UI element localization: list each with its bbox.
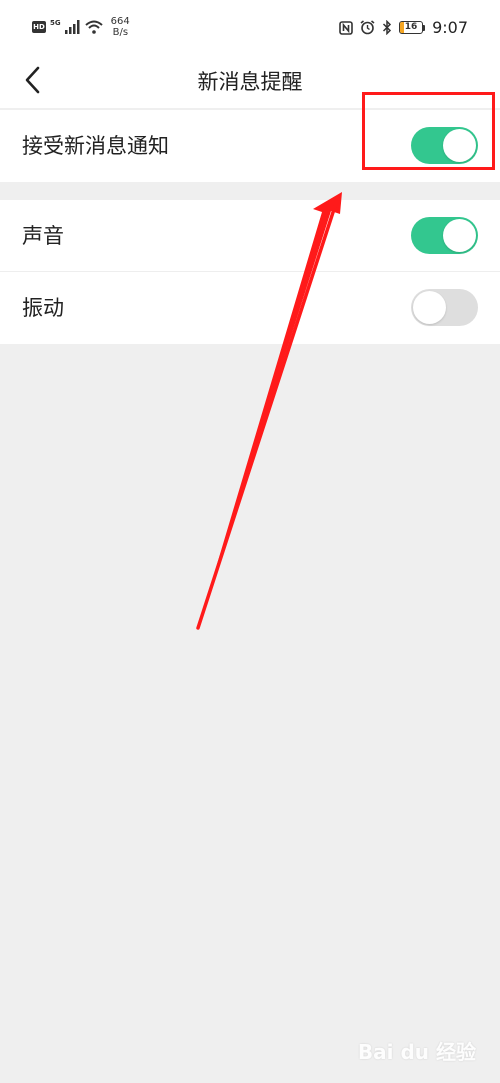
setting-label-receive-notifications: 接受新消息通知 (22, 134, 169, 158)
wifi-icon (84, 20, 103, 34)
signal-type-label: 5G (50, 19, 61, 27)
setting-row-vibration: 振动 (0, 272, 500, 344)
battery-level: 16 (404, 22, 418, 32)
battery-tip (423, 24, 426, 31)
status-left: HD 5G 664 B/s (32, 16, 130, 38)
network-speed: 664 B/s (111, 16, 130, 38)
battery-indicator: 16 (399, 21, 426, 34)
watermark-text: Bai du 经验 (357, 1040, 476, 1064)
setting-label-vibration: 振动 (22, 296, 64, 320)
annotation-highlight-box (362, 92, 495, 170)
toggle-knob (413, 291, 446, 324)
battery-icon: 16 (399, 21, 424, 34)
setting-label-sound: 声音 (22, 224, 64, 248)
nfc-icon (339, 20, 353, 35)
status-time: 9:07 (432, 18, 468, 37)
status-right: 16 9:07 (339, 18, 468, 37)
vibration-toggle[interactable] (411, 289, 478, 326)
baidu-watermark: Bai du 经验 (358, 1036, 476, 1065)
status-bar: HD 5G 664 B/s 16 9:07 (0, 0, 500, 56)
toggle-knob (443, 219, 476, 252)
network-speed-value: 664 (110, 16, 130, 27)
bluetooth-icon (383, 20, 392, 35)
setting-row-sound: 声音 (0, 200, 500, 272)
network-speed-unit: B/s (112, 27, 129, 38)
hd-badge: HD (32, 21, 46, 33)
signal-strength-icon (64, 20, 80, 34)
alarm-icon (360, 20, 375, 35)
sound-toggle[interactable] (411, 217, 478, 254)
alert-style-section: 声音 振动 (0, 200, 500, 344)
